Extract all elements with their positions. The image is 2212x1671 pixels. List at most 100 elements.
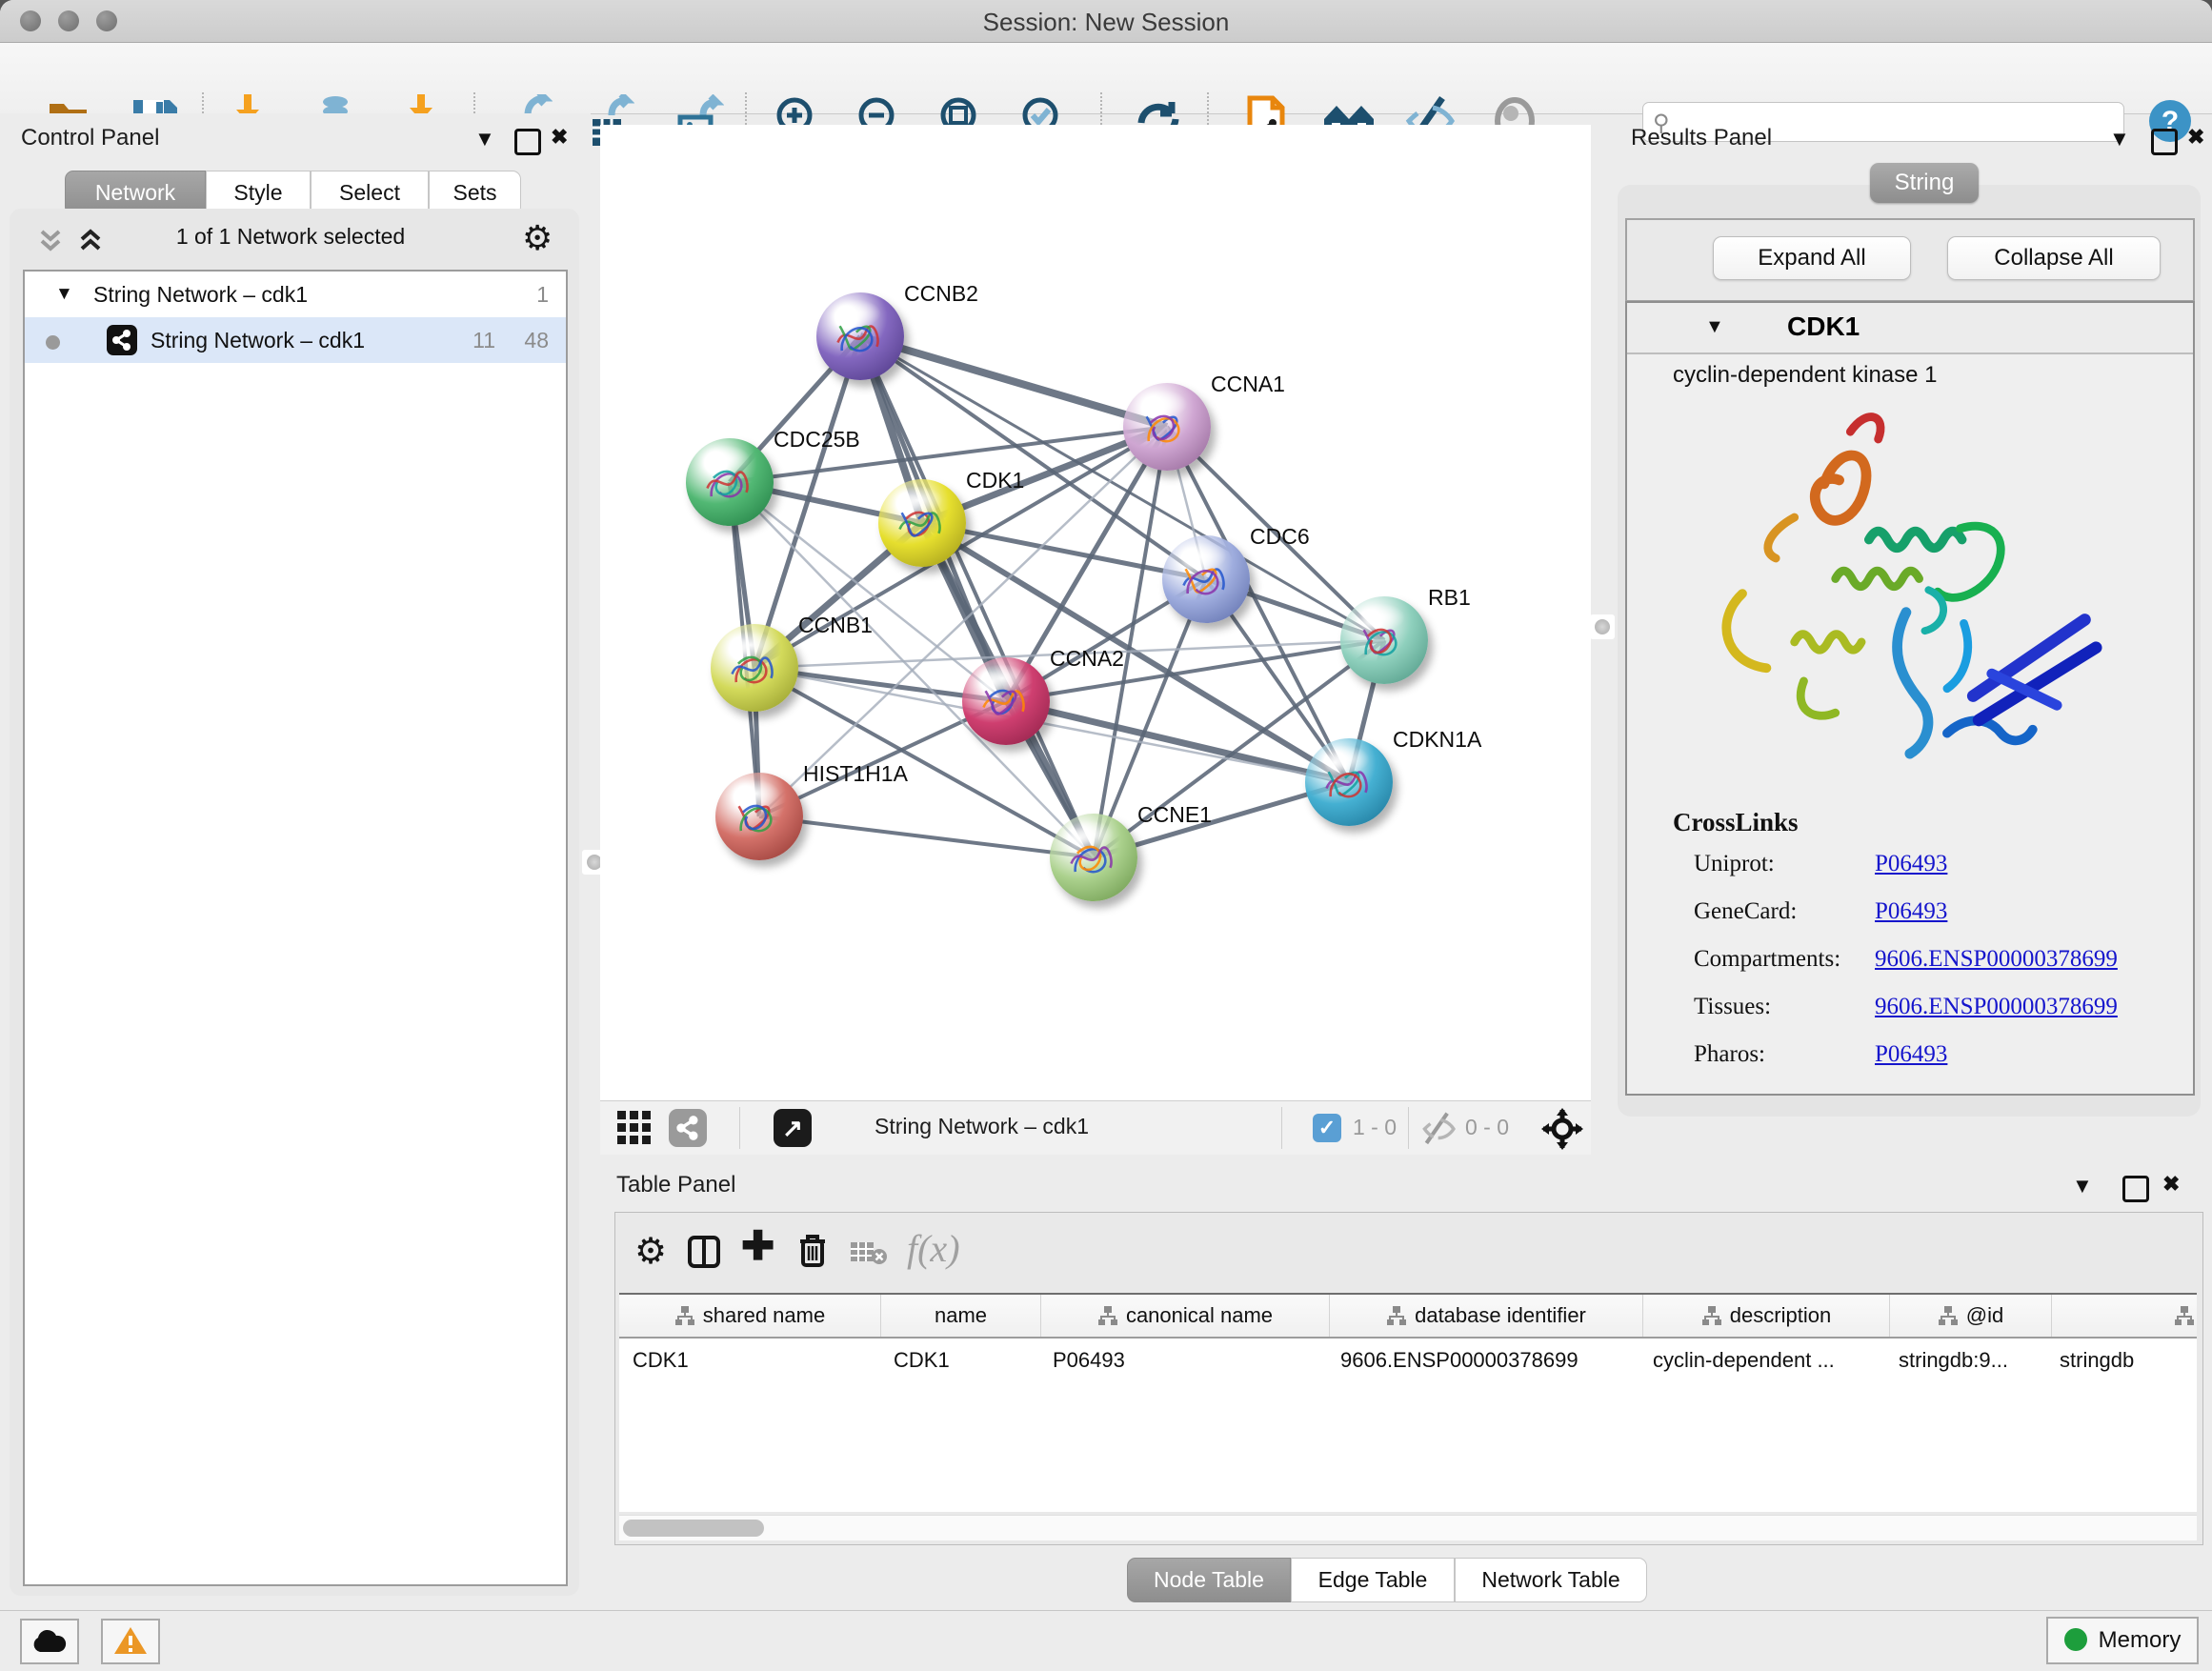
scrollbar-thumb[interactable]: [623, 1520, 764, 1537]
column-header-sharedname[interactable]: shared name: [619, 1295, 881, 1337]
table-cell[interactable]: 9606.ENSP00000378699: [1327, 1339, 1639, 1382]
table-panel-title: Table Panel: [616, 1172, 735, 1198]
node-attribute-icon: [1386, 1305, 1407, 1326]
table-cell[interactable]: stringdb:9...: [1885, 1339, 2046, 1382]
tab-string[interactable]: String: [1870, 163, 1979, 203]
memory-button[interactable]: Memory: [2046, 1617, 2199, 1664]
warning-button[interactable]: [101, 1619, 160, 1664]
tab-network-table[interactable]: Network Table: [1455, 1558, 1647, 1602]
control-panel-title: Control Panel: [21, 125, 159, 151]
entry-expander-icon[interactable]: ▼: [1705, 316, 1724, 338]
expand-all-button[interactable]: Expand All: [1713, 236, 1911, 280]
column-header-name[interactable]: name: [881, 1295, 1041, 1337]
collapse-all-networks-icon[interactable]: [36, 226, 65, 259]
panel-menu-icon[interactable]: ▼: [2072, 1174, 2093, 1198]
birdseye-navigator-icon[interactable]: [1541, 1108, 1583, 1156]
column-header-id[interactable]: @id: [1890, 1295, 2052, 1337]
protein-structure-image: [1679, 398, 2127, 798]
node-label-cdk1: CDK1: [966, 468, 1024, 493]
network-options-gear-icon[interactable]: ⚙: [522, 218, 553, 258]
crosslink-link[interactable]: 9606.ENSP00000378699: [1875, 946, 2118, 973]
network-collection-row[interactable]: ▼ String Network – cdk1 1: [25, 272, 566, 317]
close-panel-icon[interactable]: ✖: [2187, 125, 2204, 150]
float-panel-icon[interactable]: [2151, 129, 2178, 155]
table-cell[interactable]: CDK1: [880, 1339, 1039, 1382]
network-edge[interactable]: [860, 336, 1167, 427]
network-node-ccnb1[interactable]: [711, 624, 798, 712]
network-row-selected[interactable]: String Network – cdk1 11 48: [25, 317, 566, 363]
network-node-cdkn1a[interactable]: [1305, 738, 1393, 826]
gene-entry-header[interactable]: ▼ CDK1: [1627, 303, 2193, 354]
column-header-canonicalname[interactable]: canonical name: [1041, 1295, 1330, 1337]
show-columns-icon[interactable]: [688, 1236, 720, 1273]
table-settings-gear-icon[interactable]: ⚙: [634, 1230, 667, 1273]
collection-count: 1: [536, 272, 549, 317]
crosslink-link[interactable]: P06493: [1875, 1041, 1947, 1068]
column-header-namespace[interactable]: namespace: [2052, 1295, 2197, 1337]
node-table[interactable]: shared namenamecanonical namedatabase id…: [619, 1293, 2197, 1512]
string-network-icon: [107, 325, 137, 355]
close-panel-icon[interactable]: ✖: [2162, 1172, 2180, 1197]
title-bar: Session: New Session: [0, 0, 2212, 43]
selected-checkbox-icon[interactable]: ✓: [1313, 1114, 1341, 1142]
protein-structure-thumbnail: [726, 641, 779, 695]
crosslink-label: Pharos:: [1694, 1041, 1875, 1068]
crosslink-label: Uniprot:: [1694, 851, 1875, 877]
node-attribute-icon: [2174, 1305, 2195, 1326]
add-column-icon[interactable]: ✚: [741, 1222, 774, 1269]
string-style-icon[interactable]: [669, 1109, 707, 1147]
table-cell[interactable]: CDK1: [619, 1339, 880, 1382]
table-cell[interactable]: stringdb: [2046, 1339, 2197, 1382]
network-list: ▼ String Network – cdk1 1 String Network…: [23, 270, 568, 1586]
string-results-box: Expand All Collapse All ▼ CDK1 cyclin-de…: [1618, 185, 2201, 1117]
crosslink-link[interactable]: P06493: [1875, 851, 1947, 877]
table-toolbar: ⚙ ✚ f(x): [615, 1213, 2202, 1293]
network-node-cdc6[interactable]: [1162, 535, 1250, 623]
cloud-status-button[interactable]: [20, 1619, 79, 1664]
hidden-eye-slash-icon[interactable]: [1421, 1111, 1458, 1153]
close-panel-icon[interactable]: ✖: [551, 125, 568, 150]
panel-menu-icon[interactable]: ▼: [474, 127, 495, 151]
network-collection-box: 1 of 1 Network selected ⚙ ▼ String Netwo…: [10, 209, 579, 1596]
delete-column-trash-icon[interactable]: [796, 1234, 829, 1273]
window-title: Session: New Session: [0, 8, 2212, 37]
network-name: String Network – cdk1: [151, 317, 365, 363]
network-edge[interactable]: [1006, 701, 1349, 782]
memory-status-dot: [2064, 1628, 2087, 1651]
network-node-hist1h1a[interactable]: [715, 773, 803, 860]
toolbar-separator: [739, 1107, 740, 1149]
table-horizontal-scrollbar[interactable]: [619, 1515, 2197, 1540]
protein-structure-thumbnail: [1320, 755, 1374, 809]
network-node-ccna2[interactable]: [962, 657, 1050, 745]
collapse-all-button[interactable]: Collapse All: [1947, 236, 2161, 280]
tab-node-table[interactable]: Node Table: [1127, 1558, 1291, 1602]
crosslink-link[interactable]: 9606.ENSP00000378699: [1875, 994, 2118, 1020]
status-bar: Memory: [0, 1610, 2212, 1671]
float-panel-icon[interactable]: [514, 129, 541, 155]
collection-expander-icon[interactable]: ▼: [55, 272, 73, 317]
table-cell[interactable]: P06493: [1039, 1339, 1327, 1382]
protein-structure-thumbnail: [1177, 553, 1231, 606]
network-node-ccna1[interactable]: [1123, 383, 1211, 471]
network-edge[interactable]: [759, 816, 1094, 857]
panel-menu-icon[interactable]: ▼: [2109, 127, 2130, 151]
hidden-count: 0 - 0: [1465, 1115, 1509, 1140]
table-cell[interactable]: cyclin-dependent ...: [1639, 1339, 1885, 1382]
node-attribute-icon: [1701, 1305, 1722, 1326]
column-header-description[interactable]: description: [1643, 1295, 1890, 1337]
network-node-cdk1[interactable]: [878, 479, 966, 567]
expand-all-networks-icon[interactable]: [76, 226, 105, 259]
protein-structure-thumbnail: [701, 455, 754, 509]
float-panel-icon[interactable]: [2122, 1176, 2149, 1202]
tab-edge-table[interactable]: Edge Table: [1291, 1558, 1455, 1602]
network-canvas[interactable]: CCNB2CCNA1CDC25BCDK1CDC6RB1CCNB1CCNA2CDK…: [600, 125, 1591, 1100]
network-node-ccnb2[interactable]: [816, 292, 904, 380]
network-node-rb1[interactable]: [1340, 596, 1428, 684]
grid-view-icon[interactable]: [615, 1109, 654, 1153]
crosslink-link[interactable]: P06493: [1875, 898, 1947, 925]
column-header-databaseidentifier[interactable]: database identifier: [1330, 1295, 1643, 1337]
network-node-ccne1[interactable]: [1050, 814, 1137, 901]
open-in-string-icon[interactable]: ↗: [774, 1109, 812, 1147]
network-node-cdc25b[interactable]: [686, 438, 774, 526]
crosslink-label: Tissues:: [1694, 994, 1875, 1020]
